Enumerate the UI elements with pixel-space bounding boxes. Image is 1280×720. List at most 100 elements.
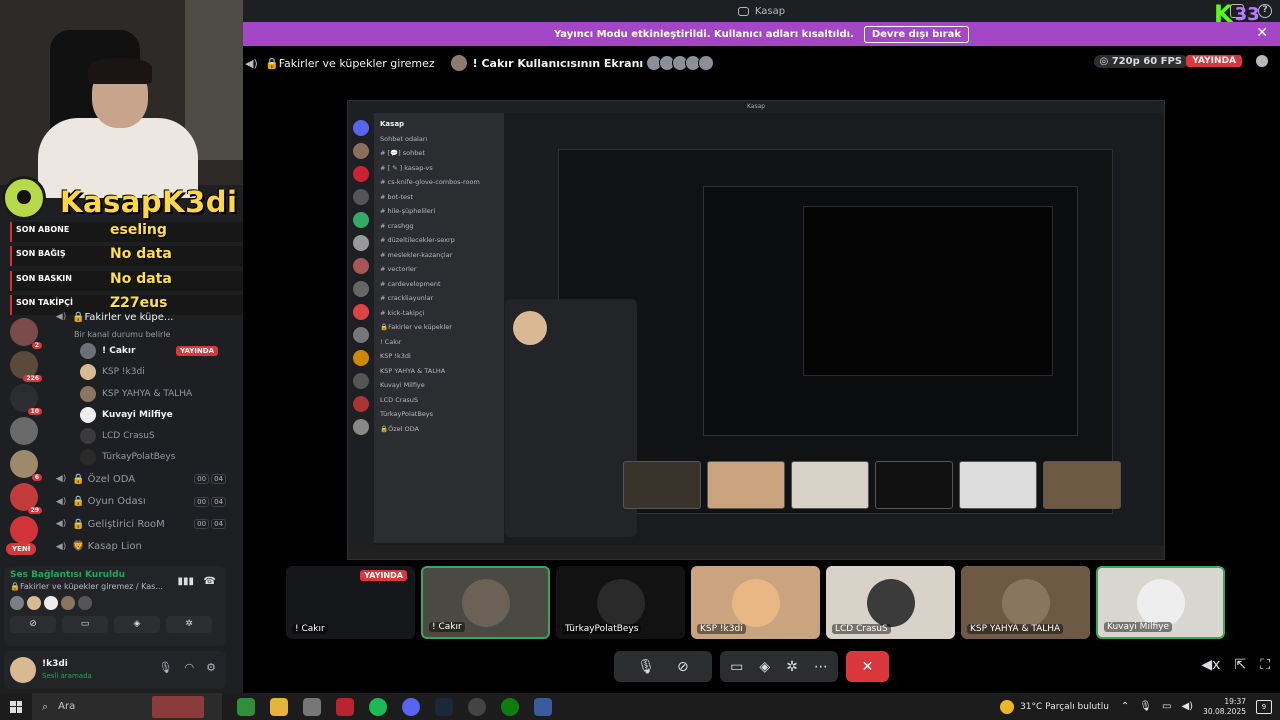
- participant-tile[interactable]: ! Cakır: [421, 566, 550, 639]
- voice-member[interactable]: KSP !k3di: [54, 362, 230, 383]
- user-controls: 🎙 ◠ ⚙: [159, 661, 216, 674]
- windows-taskbar: ⌕ Ara 31°C Parçalı bulutlu ⌃ 🎙 ▭ ◀) 19:3…: [0, 693, 1280, 720]
- server-icon[interactable]: 2: [10, 318, 42, 349]
- member-avatar: [80, 427, 96, 444]
- shared-screen-view[interactable]: Kasap Kasap Sohbet odaları # [💬] sohbet …: [347, 100, 1165, 560]
- app-icon[interactable]: [303, 697, 321, 716]
- server-icon[interactable]: 226: [10, 351, 42, 382]
- soundboard-button[interactable]: ✲: [166, 616, 212, 633]
- channel-status[interactable]: Bir kanal durumu belirle: [54, 329, 230, 341]
- tile-label: TürkayPolatBeys: [562, 624, 642, 634]
- voice-member[interactable]: TürkayPolatBeys: [54, 447, 230, 468]
- taskbar-search[interactable]: ⌕ Ara: [32, 693, 222, 720]
- participant-tile[interactable]: TürkayPolatBeys: [556, 566, 685, 639]
- voice-member[interactable]: Kuvayi Milfiye: [54, 404, 230, 425]
- streamer-mode-banner: Yayıncı Modu etkinleştirildi. Kullanıcı …: [243, 22, 1280, 46]
- voice-channel[interactable]: ◀) 🦁 Kasap Lion: [54, 536, 230, 559]
- mute-stream-icon[interactable]: ◀x: [1201, 657, 1220, 673]
- shared-window-title: Kasap: [348, 101, 1164, 113]
- settings-gear-icon[interactable]: ⚙: [206, 661, 216, 674]
- more-icon[interactable]: ⋯: [814, 659, 828, 675]
- live-badge: YAYINDA: [1186, 55, 1242, 67]
- obs-icon[interactable]: [468, 697, 486, 716]
- soundboard-icon[interactable]: ✲: [786, 659, 798, 675]
- participant-tile[interactable]: Kuvayi Milfiye: [1096, 566, 1225, 639]
- left-sidebar: KasapK3di SON ABONE eseling SON BAĞIŞ No…: [0, 0, 243, 693]
- voice-channel-icon: ◀): [55, 496, 67, 507]
- mute-mic-icon[interactable]: 🎙: [159, 661, 173, 674]
- leave-call-button[interactable]: ✕: [846, 651, 889, 682]
- nvidia-icon[interactable]: [237, 697, 255, 716]
- voice-member[interactable]: ! Cakır YAYINDA: [54, 341, 230, 362]
- fullscreen-icon[interactable]: ⛶: [1260, 657, 1270, 673]
- participant-tile-stream[interactable]: YAYINDA ! Cakır: [286, 566, 415, 639]
- opera-gx-icon[interactable]: [336, 697, 354, 716]
- camera-off-button[interactable]: ⊘: [10, 616, 56, 633]
- user-name[interactable]: !k3di: [42, 659, 68, 669]
- member-avatar: [80, 385, 96, 402]
- screen-share-icon[interactable]: ▭: [730, 659, 743, 675]
- tray-overflow-icon[interactable]: ⌃: [1121, 701, 1129, 712]
- camera-off-icon[interactable]: ⊘: [677, 659, 689, 675]
- stage-channel-name[interactable]: 🔒Fakirler ve küpekler giremez: [265, 57, 435, 70]
- participant-tile[interactable]: KSP !k3di: [691, 566, 820, 639]
- channel-list: ◀) 🔒Fakirler ve küpe... Bir kanal durumu…: [54, 306, 230, 558]
- member-live-badge: YAYINDA: [176, 346, 218, 357]
- tray-mic-icon[interactable]: 🎙: [1139, 701, 1152, 712]
- app-icon[interactable]: [534, 697, 552, 716]
- network-icon[interactable]: ▭: [1162, 701, 1171, 712]
- server-icon[interactable]: 6: [10, 450, 42, 481]
- disable-streamer-mode-button[interactable]: Devre dışı bırak: [863, 25, 970, 43]
- file-explorer-icon[interactable]: [270, 697, 288, 716]
- participant-tile[interactable]: LCD CrasuS: [826, 566, 955, 639]
- signal-icon[interactable]: ▮▮▮: [177, 576, 194, 587]
- nested-screen-3: [803, 206, 1053, 376]
- server-icon[interactable]: [10, 417, 38, 445]
- streamer-hair: [88, 58, 152, 84]
- screen-share-button[interactable]: ▭: [62, 616, 108, 633]
- discord-icon[interactable]: [402, 697, 420, 716]
- steam-icon[interactable]: [435, 697, 453, 716]
- notifications-icon[interactable]: 9: [1256, 699, 1272, 714]
- participant-tile[interactable]: KSP YAHYA & TALHA: [961, 566, 1090, 639]
- volume-icon[interactable]: ◀): [1181, 701, 1193, 712]
- viewer-avatars[interactable]: [646, 55, 715, 71]
- user-avatar[interactable]: [10, 657, 36, 683]
- voice-channel[interactable]: ◀) 🔒 Oyun Odası 00 04: [54, 490, 230, 513]
- partly-cloudy-icon: [1000, 699, 1015, 714]
- clock[interactable]: 19:37 30.08.2025: [1203, 697, 1246, 717]
- voice-channel-icon: ◀): [55, 541, 67, 552]
- windows-start-icon[interactable]: [10, 700, 22, 713]
- server-icon[interactable]: 29: [10, 483, 42, 514]
- voice-member[interactable]: LCD CrasuS: [54, 425, 230, 446]
- webcam-background-door: [185, 0, 243, 160]
- popout-icon[interactable]: ⇱: [1234, 657, 1246, 673]
- stat-last-sub: SON ABONE eseling: [9, 222, 243, 242]
- shared-profile-popup: [505, 299, 637, 537]
- server-icon[interactable]: 10: [10, 384, 42, 415]
- close-banner-icon[interactable]: ✕: [1256, 25, 1268, 41]
- participant-avatar: [866, 578, 915, 627]
- voice-channel[interactable]: ◀) 🔒 Özel ODA 00 04: [54, 468, 230, 491]
- server-icon[interactable]: [10, 516, 38, 544]
- xbox-icon[interactable]: [501, 697, 519, 716]
- activity-icon[interactable]: ◈: [759, 659, 770, 675]
- member-name: TürkayPolatBeys: [102, 452, 176, 463]
- weather-widget[interactable]: 31°C Parçalı bulutlu: [1000, 699, 1109, 714]
- overlay-eye-logo-icon: [2, 176, 46, 220]
- spotify-icon[interactable]: [369, 697, 387, 716]
- activity-group: ▭ ◈ ✲ ⋯: [720, 651, 838, 682]
- channel-name: Oyun Odası: [87, 496, 146, 508]
- deafen-icon[interactable]: ◠: [185, 661, 195, 674]
- more-options-icon[interactable]: [1256, 55, 1268, 67]
- stat-value: eseling: [110, 222, 167, 238]
- speaker-icon: ◀): [245, 56, 258, 70]
- voice-member[interactable]: KSP YAHYA & TALHA: [54, 383, 230, 404]
- system-tray: 31°C Parçalı bulutlu ⌃ 🎙 ▭ ◀) 19:37 30.0…: [1000, 693, 1280, 720]
- active-voice-channel[interactable]: ◀) 🔒Fakirler ve küpe...: [54, 306, 230, 329]
- microphone-icon[interactable]: 🎙: [637, 659, 655, 675]
- activity-button[interactable]: ◈: [114, 616, 160, 633]
- voice-channel[interactable]: ◀) 🔒 Geliştirici RooM 00 04: [54, 513, 230, 536]
- disconnect-icon[interactable]: ☎: [204, 576, 216, 587]
- stat-last-raid: SON BASKIN No data: [10, 271, 243, 291]
